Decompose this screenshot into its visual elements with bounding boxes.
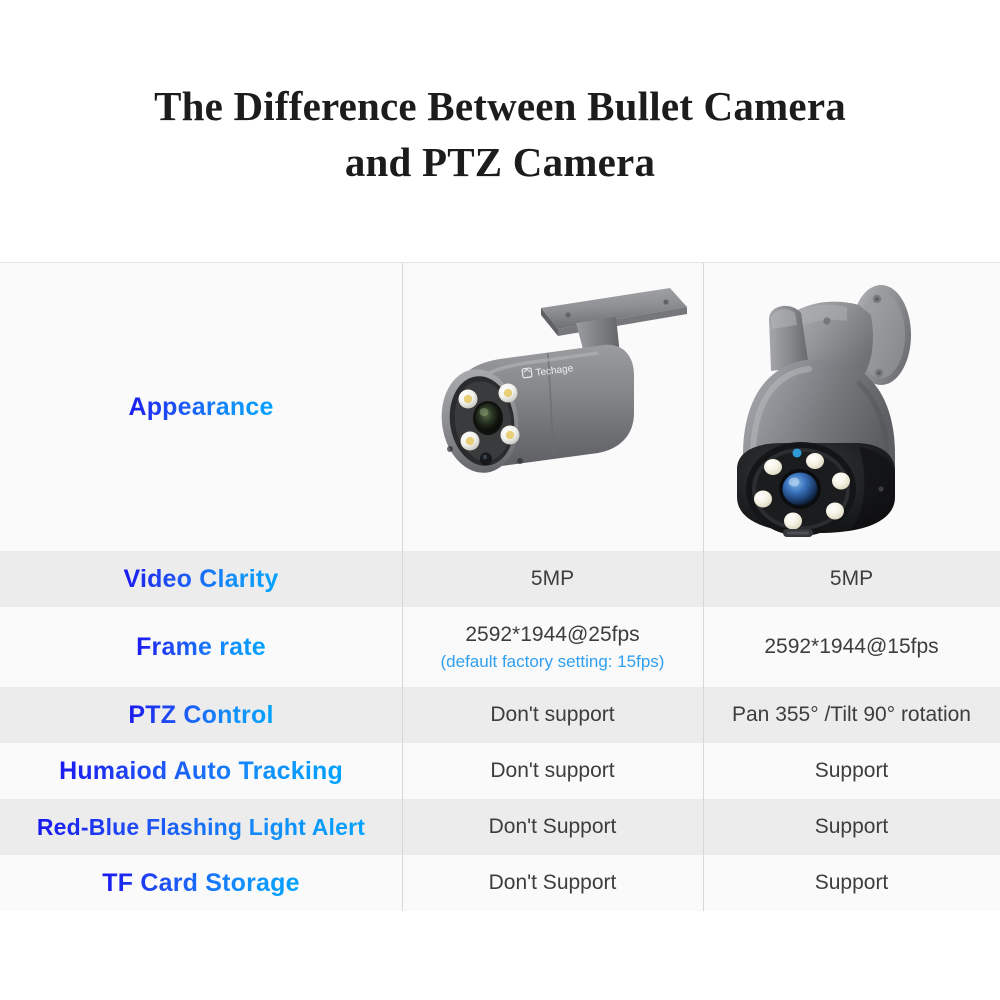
feature-label-video-clarity: Video Clarity [123, 564, 279, 593]
led-1 [764, 459, 782, 475]
value-ptz-red-blue-flashing-light-alert: Support [814, 815, 889, 838]
feature-label-cell-frame-rate: Frame rate [0, 607, 402, 687]
ptz-camera-svg [737, 285, 911, 537]
ptz-status-indicator [792, 448, 802, 458]
value-bullet-ptz-control: Don't support [490, 703, 615, 726]
feature-label-cell-tf-card-storage: TF Card Storage [0, 855, 402, 911]
value-cell-ptz-video-clarity: 5MP [703, 551, 1000, 607]
feature-label-tf-card-storage: TF Card Storage [102, 868, 300, 897]
feature-label-frame-rate: Frame rate [136, 632, 266, 661]
value-cell-ptz-red-blue-flashing-light-alert: Support [703, 799, 1000, 855]
comparison-table: Appearance Techage Video Clarity 5MP 5MP… [0, 262, 1000, 911]
value-bullet-video-clarity: 5MP [530, 567, 575, 590]
page-title: The Difference Between Bullet Camera and… [0, 78, 1000, 190]
feature-label-cell-red-blue-flashing-light-alert: Red-Blue Flashing Light Alert [0, 799, 402, 855]
value-bullet-humanoid-auto-tracking: Don't support [490, 759, 615, 782]
value-cell-bullet-video-clarity: 5MP [402, 551, 703, 607]
bullet-ir-sensor [480, 452, 492, 466]
table-row-appearance: Appearance Techage [0, 263, 1000, 551]
led-6 [754, 490, 772, 508]
value-cell-ptz-ptz-control: Pan 355° /Tilt 90° rotation [703, 687, 1000, 743]
feature-label-ptz-control: PTZ Control [128, 700, 274, 729]
value-cell-bullet-humanoid-auto-tracking: Don't support [402, 743, 703, 799]
value-cell-bullet-red-blue-flashing-light-alert: Don't Support [402, 799, 703, 855]
value-ptz-tf-card-storage: Support [814, 871, 889, 894]
value-ptz-ptz-control: Pan 355° /Tilt 90° rotation [732, 703, 971, 726]
bullet-camera-cell: Techage [402, 263, 703, 551]
value-cell-ptz-frame-rate: 2592*1944@15fps [703, 607, 1000, 687]
feature-label-cell-appearance: Appearance [0, 263, 402, 551]
value-cell-bullet-ptz-control: Don't support [402, 687, 703, 743]
value-cell-ptz-tf-card-storage: Support [703, 855, 1000, 911]
feature-label-appearance: Appearance [128, 392, 274, 421]
table-row-ptz-control: PTZ Control Don't support Pan 355° /Tilt… [0, 687, 1000, 743]
led-5 [784, 512, 802, 530]
value-ptz-video-clarity: 5MP [829, 567, 874, 590]
feature-label-humanoid-auto-tracking: Humaiod Auto Tracking [59, 756, 343, 785]
value-ptz-frame-rate: 2592*1944@15fps [764, 635, 939, 658]
comparison-page: The Difference Between Bullet Camera and… [0, 0, 1000, 1000]
ptz-camera-cell [703, 263, 1000, 551]
ptz-lens [779, 469, 821, 509]
table-row-frame-rate: Frame rate 2592*1944@25fps (default fact… [0, 607, 1000, 687]
bullet-lens [473, 401, 503, 435]
ptz-camera-image [709, 263, 994, 551]
value-bullet-frame-rate-note: (default factory setting: 15fps) [440, 651, 665, 671]
value-bullet-red-blue-flashing-light-alert: Don't Support [488, 815, 617, 838]
page-title-line-1: The Difference Between Bullet Camera [154, 83, 846, 129]
bullet-camera-image: Techage [408, 263, 697, 551]
value-cell-ptz-humanoid-auto-tracking: Support [703, 743, 1000, 799]
led-3 [832, 472, 850, 490]
feature-label-red-blue-flashing-light-alert: Red-Blue Flashing Light Alert [36, 813, 366, 840]
table-row-video-clarity: Video Clarity 5MP 5MP [0, 551, 1000, 607]
value-ptz-humanoid-auto-tracking: Support [814, 759, 889, 782]
led-2 [806, 453, 824, 469]
value-cell-bullet-tf-card-storage: Don't Support [402, 855, 703, 911]
table-row-red-blue-flashing-light-alert: Red-Blue Flashing Light Alert Don't Supp… [0, 799, 1000, 855]
ptz-mic-slot [783, 529, 813, 537]
page-title-line-2: and PTZ Camera [344, 139, 656, 185]
feature-label-cell-video-clarity: Video Clarity [0, 551, 402, 607]
value-bullet-tf-card-storage: Don't Support [488, 871, 617, 894]
value-cell-bullet-frame-rate: 2592*1944@25fps (default factory setting… [402, 607, 703, 687]
table-row-tf-card-storage: TF Card Storage Don't Support Support [0, 855, 1000, 911]
led-4 [826, 502, 844, 520]
value-bullet-frame-rate: 2592*1944@25fps [465, 622, 640, 646]
bullet-camera-svg: Techage [441, 288, 687, 473]
table-row-humanoid-auto-tracking: Humaiod Auto Tracking Don't support Supp… [0, 743, 1000, 799]
feature-label-cell-humanoid-auto-tracking: Humaiod Auto Tracking [0, 743, 402, 799]
feature-label-cell-ptz-control: PTZ Control [0, 687, 402, 743]
